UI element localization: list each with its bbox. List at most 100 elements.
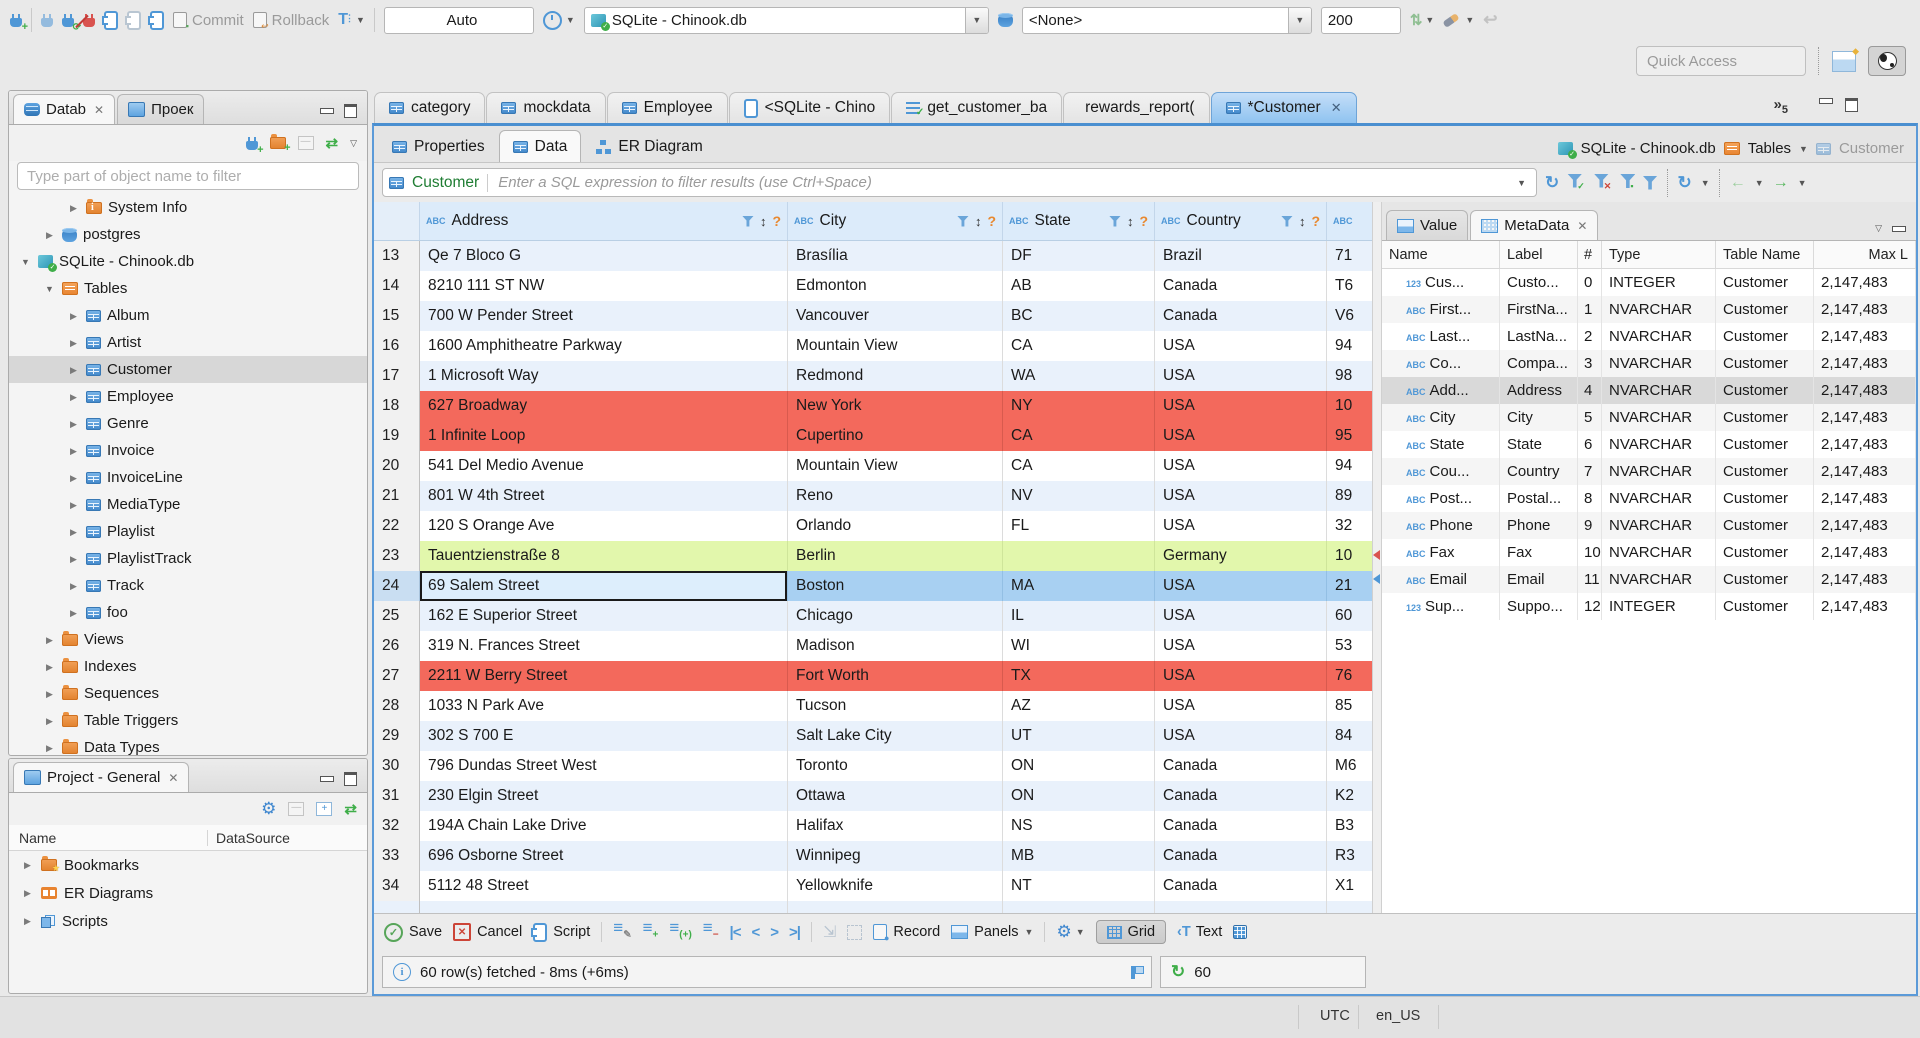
- link-with-editor-icon[interactable]: ⇄: [326, 134, 339, 152]
- cell-ordinal[interactable]: 7: [1578, 458, 1602, 485]
- cell-address[interactable]: 541 Del Medio Avenue: [420, 451, 788, 481]
- delete-row-icon[interactable]: ≡−: [703, 919, 719, 942]
- tree-expand-icon[interactable]: [43, 742, 56, 754]
- cell-type[interactable]: NVARCHAR: [1602, 485, 1716, 512]
- cell-country[interactable]: USA: [1155, 661, 1327, 691]
- cell-postalcode[interactable]: 98: [1327, 361, 1372, 391]
- cell-table-name[interactable]: Customer: [1716, 323, 1814, 350]
- cell-max-length[interactable]: 2,147,483: [1814, 512, 1916, 539]
- cell-table-name[interactable]: Customer: [1716, 593, 1814, 620]
- tree-item[interactable]: Employee: [9, 383, 367, 410]
- tree-expand-icon[interactable]: [67, 337, 80, 349]
- filter-icon[interactable]: [1280, 215, 1293, 227]
- row-number[interactable]: 33: [374, 841, 420, 871]
- link-with-editor-icon[interactable]: ⇄: [344, 800, 357, 818]
- duplicate-row-icon[interactable]: ≡(+): [669, 919, 691, 942]
- tree-expand-icon[interactable]: [21, 915, 34, 927]
- row-number[interactable]: 26: [374, 631, 420, 661]
- column-header-state[interactable]: ABC State ↕?: [1003, 202, 1155, 240]
- tree-item[interactable]: InvoiceLine: [9, 464, 367, 491]
- tree-expand-icon[interactable]: [67, 472, 80, 484]
- cell-postalcode[interactable]: V6: [1327, 301, 1372, 331]
- breadcrumb-connection[interactable]: SQLite - Chinook.db: [1581, 140, 1716, 157]
- row-number[interactable]: 22: [374, 511, 420, 541]
- cell-max-length[interactable]: 2,147,483: [1814, 269, 1916, 296]
- quick-access-input[interactable]: Quick Access: [1636, 46, 1806, 76]
- cell-max-length[interactable]: 2,147,483: [1814, 539, 1916, 566]
- locale-indicator[interactable]: en_US: [1376, 1008, 1420, 1024]
- cell-label[interactable]: Compa...: [1500, 350, 1578, 377]
- cell-state[interactable]: NT: [1003, 871, 1155, 901]
- cell-table-name[interactable]: Customer: [1716, 539, 1814, 566]
- cell-type[interactable]: NVARCHAR: [1602, 458, 1716, 485]
- cell-country[interactable]: USA: [1155, 571, 1327, 601]
- zoom-cell-icon[interactable]: [847, 924, 863, 940]
- table-row[interactable]: 30 796 Dundas Street West Toronto ON Can…: [374, 751, 1372, 781]
- cell-state[interactable]: AZ: [1003, 691, 1155, 721]
- close-icon[interactable]: ✕: [168, 771, 178, 785]
- table-row[interactable]: 19 1 Infinite Loop Cupertino CA USA 95: [374, 421, 1372, 451]
- cell-max-length[interactable]: 2,147,483: [1814, 593, 1916, 620]
- view-menu-icon[interactable]: ▽: [1875, 223, 1882, 234]
- cell-ordinal[interactable]: 11: [1578, 566, 1602, 593]
- sql-editor-icon[interactable]: [102, 10, 118, 30]
- rollback-button[interactable]: ↩ Rollback: [252, 12, 329, 31]
- cell-postalcode[interactable]: B3: [1327, 811, 1372, 841]
- table-row[interactable]: 33 696 Osborne Street Winnipeg MB Canada…: [374, 841, 1372, 871]
- tree-item[interactable]: Indexes: [9, 653, 367, 680]
- cell-max-length[interactable]: 2,147,483: [1814, 431, 1916, 458]
- cell-city[interactable]: Madison: [788, 631, 1003, 661]
- view-menu-icon[interactable]: ▽: [350, 138, 357, 149]
- cell-city[interactable]: Mountain View: [788, 331, 1003, 361]
- cell-column-name[interactable]: Last...: [1382, 323, 1500, 350]
- cancel-button[interactable]: ✕ Cancel: [453, 923, 522, 941]
- editor-tab[interactable]: category ✕: [374, 92, 486, 123]
- cell-address[interactable]: 627 Broadway: [420, 391, 788, 421]
- cell-postalcode[interactable]: 95: [1327, 421, 1372, 451]
- cell-column-name[interactable]: Add...: [1382, 377, 1500, 404]
- object-filter-input[interactable]: [17, 162, 359, 190]
- filter-history-icon[interactable]: ▼: [1513, 178, 1530, 188]
- table-row[interactable]: 34 5112 48 Street Yellowknife NT Canada …: [374, 871, 1372, 901]
- cell-state[interactable]: UT: [1003, 721, 1155, 751]
- cell-country[interactable]: USA: [1155, 391, 1327, 421]
- minimize-icon[interactable]: [1819, 98, 1833, 104]
- metadata-row[interactable]: City City 5 NVARCHAR Customer 2,147,483: [1382, 404, 1916, 431]
- cell-ordinal[interactable]: 3: [1578, 350, 1602, 377]
- grid-view-button[interactable]: Grid: [1095, 920, 1167, 944]
- cell-type[interactable]: INTEGER: [1602, 593, 1716, 620]
- cell-postalcode[interactable]: 71: [1327, 241, 1372, 271]
- cell-state[interactable]: FL: [1003, 511, 1155, 541]
- table-row[interactable]: 24 69 Salem Street Boston MA USA 21: [374, 571, 1372, 601]
- cell-country[interactable]: USA: [1155, 421, 1327, 451]
- last-record-icon[interactable]: >|: [789, 924, 801, 941]
- cell-address[interactable]: 2211 W Berry Street: [420, 661, 788, 691]
- fetch-next-icon[interactable]: →: [1773, 174, 1789, 192]
- cell-label[interactable]: Postal...: [1500, 485, 1578, 512]
- close-icon[interactable]: ✕: [1577, 219, 1587, 233]
- tree-expand-icon[interactable]: [43, 715, 56, 727]
- close-icon[interactable]: ✕: [1331, 100, 1342, 116]
- editor-subtab[interactable]: Data: [498, 130, 582, 162]
- row-number[interactable]: 13: [374, 241, 420, 271]
- tree-item[interactable]: Table Triggers: [9, 707, 367, 734]
- cell-ordinal[interactable]: 9: [1578, 512, 1602, 539]
- cell-address[interactable]: 5112 48 Street: [420, 871, 788, 901]
- column-name[interactable]: Name: [9, 829, 208, 846]
- table-row[interactable]: [374, 901, 1372, 913]
- project-item[interactable]: ER Diagrams: [9, 879, 367, 907]
- minimize-icon[interactable]: [1892, 225, 1906, 232]
- fetch-size-input[interactable]: 200: [1320, 6, 1401, 34]
- remove-filter-icon[interactable]: ✕: [1593, 173, 1611, 192]
- row-number[interactable]: 28: [374, 691, 420, 721]
- tree-expand-icon[interactable]: [67, 499, 80, 511]
- tree-item[interactable]: postgres: [9, 221, 367, 248]
- tree-expand-icon[interactable]: [67, 364, 80, 376]
- cell-city[interactable]: New York: [788, 391, 1003, 421]
- open-sql-script-icon[interactable]: [125, 10, 141, 30]
- cell-column-name[interactable]: Co...: [1382, 350, 1500, 377]
- filter-box[interactable]: Customer ▼: [382, 168, 1537, 197]
- editor-subtab[interactable]: ER Diagram: [581, 130, 716, 162]
- tree-item[interactable]: Views: [9, 626, 367, 653]
- column-header-country[interactable]: ABC Country ↕?: [1155, 202, 1327, 240]
